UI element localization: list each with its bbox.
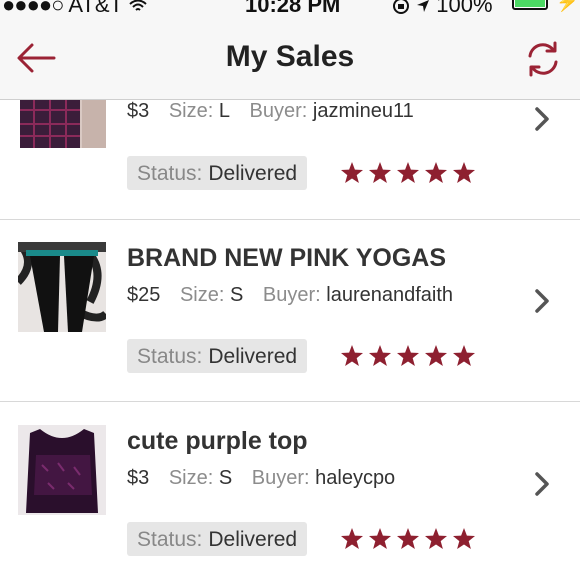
status-value: Delivered bbox=[208, 528, 298, 551]
status-value: Delivered bbox=[208, 162, 298, 185]
sale-row[interactable]: cute purple top $3 Size: S Buyer: haleyc… bbox=[0, 403, 580, 580]
buyer-label: Buyer: bbox=[251, 467, 310, 489]
star-icon bbox=[397, 345, 419, 366]
rating-stars bbox=[340, 527, 476, 551]
star-icon bbox=[453, 345, 475, 366]
status-label: Status: bbox=[137, 345, 203, 368]
rating-stars bbox=[340, 344, 476, 368]
star-icon bbox=[425, 162, 447, 183]
refresh-button[interactable] bbox=[522, 38, 564, 80]
star-icon bbox=[425, 528, 447, 549]
buyer-label: Buyer: bbox=[249, 100, 308, 122]
nav-bar: My Sales bbox=[0, 14, 580, 100]
sale-row[interactable]: $3 Size: L Buyer: jazmineu11 Status: Deli… bbox=[0, 100, 580, 220]
size-label: Size: bbox=[168, 467, 214, 489]
star-icon bbox=[369, 345, 391, 366]
status-value: Delivered bbox=[208, 345, 298, 368]
chevron-right-icon[interactable] bbox=[534, 288, 550, 314]
status-icons: 100% bbox=[392, 0, 493, 14]
buyer-name[interactable]: laurenandfaith bbox=[326, 284, 453, 306]
buyer-name[interactable]: haleycpo bbox=[315, 467, 395, 489]
refresh-icon bbox=[528, 41, 558, 77]
star-icon bbox=[369, 528, 391, 549]
star-icon bbox=[397, 528, 419, 549]
status-label: Status: bbox=[137, 162, 203, 185]
star-icon bbox=[425, 345, 447, 366]
rating-stars bbox=[340, 161, 476, 185]
carrier-label: ●●●●○ AT&T bbox=[2, 0, 147, 14]
item-thumbnail bbox=[20, 100, 106, 148]
sales-list: $3 Size: L Buyer: jazmineu11 Status: Deli… bbox=[0, 100, 580, 580]
item-title: cute purple top bbox=[127, 427, 308, 455]
item-thumbnail bbox=[18, 425, 106, 515]
location-icon bbox=[416, 0, 436, 14]
status-badge: Status: Delivered bbox=[127, 339, 308, 373]
star-icon bbox=[453, 162, 475, 183]
status-label: Status: bbox=[137, 528, 203, 551]
status-badge: Status: Delivered bbox=[127, 522, 308, 556]
battery-icon bbox=[512, 0, 548, 10]
star-icon bbox=[453, 528, 475, 549]
status-bar: ●●●●○ AT&T 10:28 PM 100% ⚡ bbox=[0, 0, 580, 14]
price: $3 bbox=[127, 100, 150, 122]
item-thumbnail bbox=[18, 242, 106, 332]
star-icon bbox=[369, 162, 391, 183]
sale-meta: $25 Size: S Buyer: laurenandfaith bbox=[127, 284, 453, 307]
sale-meta: $3 Size: S Buyer: haleycpo bbox=[127, 467, 395, 490]
sale-row[interactable]: BRAND NEW PINK YOGAS $25 Size: S Buyer: … bbox=[0, 220, 580, 402]
star-icon bbox=[341, 162, 363, 183]
price: $3 bbox=[127, 467, 150, 489]
signal-icon: ●●●●○ bbox=[2, 0, 64, 14]
wifi-icon bbox=[129, 0, 147, 14]
size-label: Size: bbox=[168, 100, 214, 122]
lock-rotation-icon bbox=[392, 0, 416, 14]
buyer-label: Buyer: bbox=[262, 284, 321, 306]
star-icon bbox=[341, 345, 363, 366]
item-title: BRAND NEW PINK YOGAS bbox=[127, 244, 447, 272]
star-icon bbox=[397, 162, 419, 183]
chevron-right-icon[interactable] bbox=[534, 106, 550, 132]
sale-meta: $3 Size: L Buyer: jazmineu11 bbox=[127, 100, 414, 123]
price: $25 bbox=[127, 284, 161, 306]
size-value: S bbox=[229, 284, 244, 306]
carrier-name: AT&T bbox=[68, 0, 123, 14]
clock: 10:28 PM bbox=[245, 0, 341, 14]
charging-icon: ⚡ bbox=[556, 0, 579, 12]
size-value: S bbox=[218, 467, 233, 489]
chevron-right-icon[interactable] bbox=[534, 471, 550, 497]
buyer-name[interactable]: jazmineu11 bbox=[313, 100, 414, 122]
size-label: Size: bbox=[179, 284, 225, 306]
status-badge: Status: Delivered bbox=[127, 156, 308, 190]
page-title: My Sales bbox=[225, 40, 355, 73]
size-value: L bbox=[218, 100, 230, 122]
star-icon bbox=[341, 528, 363, 549]
battery-percent: 100% bbox=[436, 0, 493, 14]
